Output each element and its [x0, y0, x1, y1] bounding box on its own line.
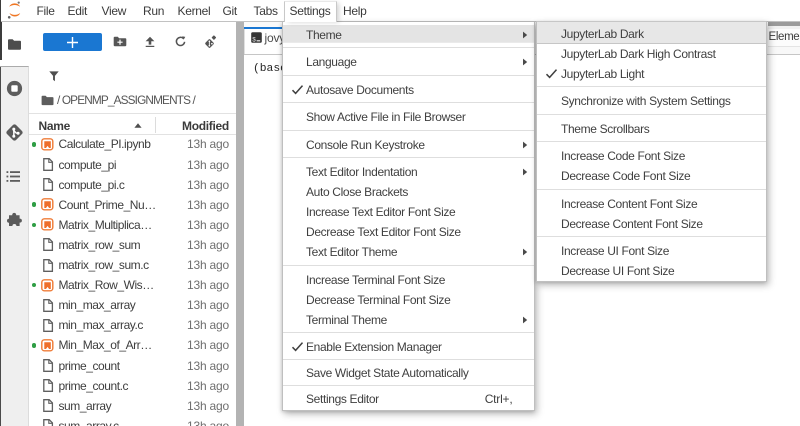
- svg-text:$: $: [252, 36, 256, 43]
